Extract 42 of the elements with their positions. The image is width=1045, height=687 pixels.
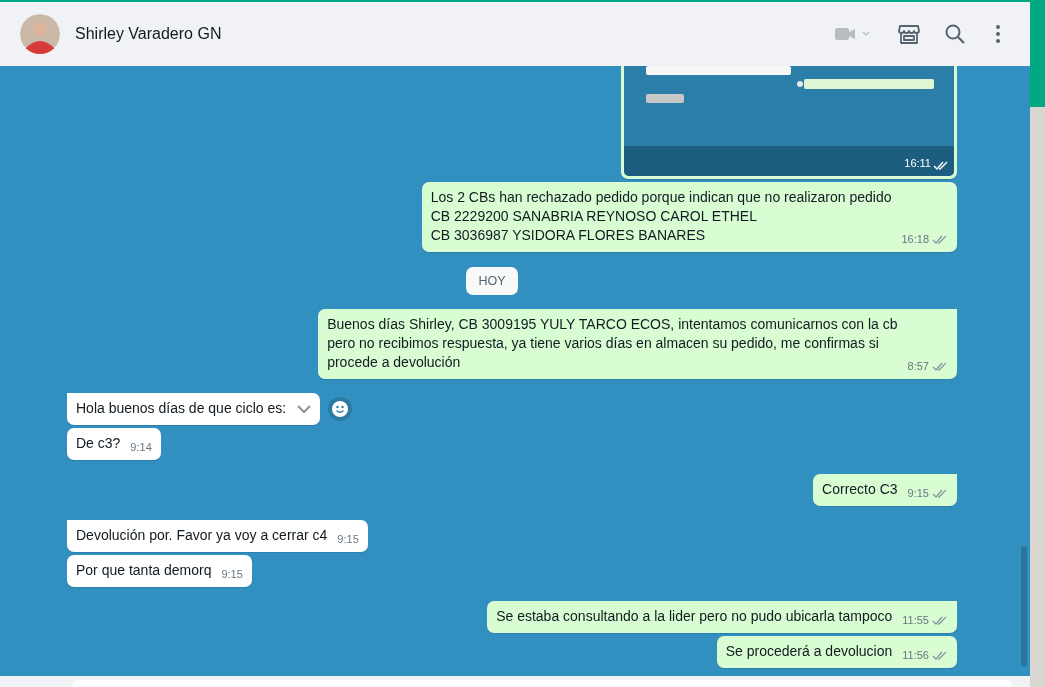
store-icon[interactable] xyxy=(897,22,921,46)
sent-message[interactable]: Se estaba consultando a la lider pero no pudo ubicarla tampoco 11:55 xyxy=(487,601,957,633)
message-text: Devolución por. Favor ya voy a cerrar c4 xyxy=(76,526,328,545)
message-text: Por que tanta demorq xyxy=(76,561,212,580)
received-message[interactable]: Hola buenos días de que ciclo es: xyxy=(67,393,321,425)
scrollbar[interactable] xyxy=(1021,546,1027,666)
message-text: Se estaba consultando a la lider pero no pudo ubicarla tampoco xyxy=(496,607,893,626)
double-check-icon xyxy=(932,488,948,499)
message-text: Hola buenos días de que ciclo es: xyxy=(76,399,287,418)
message-time: 9:15 xyxy=(221,567,243,582)
contact-name[interactable]: Shirley Varadero GN xyxy=(75,25,222,43)
chevron-down-icon[interactable] xyxy=(296,404,313,414)
double-check-icon xyxy=(932,615,948,626)
received-message[interactable]: Por que tanta demorq 9:15 xyxy=(67,555,252,587)
double-check-icon xyxy=(933,161,949,171)
message-time: 9:14 xyxy=(130,440,152,455)
menu-icon[interactable] xyxy=(995,24,1001,44)
sent-message[interactable]: Se procederá a devolucion 11:56 xyxy=(716,636,957,668)
message-time: 16:11 xyxy=(904,156,931,171)
message-text: De c3? xyxy=(76,434,121,453)
message-time: 8:57 xyxy=(907,359,929,374)
sent-message[interactable]: Buenos días Shirley, CB 3009195 YULY TARCO ECOS, intentamos comunicarnos con la cb pero no recibimos respuesta, ya tiene varios días en almacen su pedido, me confirmas si procede a devolución 8:57 xyxy=(318,309,957,379)
received-message[interactable]: Devolución por. Favor ya voy a cerrar c4 9:15 xyxy=(67,520,368,552)
message-time: 9:15 xyxy=(907,486,929,501)
double-check-icon xyxy=(932,234,948,245)
sent-message[interactable]: Correcto C3 9:15 xyxy=(813,474,957,506)
search-icon[interactable] xyxy=(943,22,967,46)
message-text: Buenos días Shirley, CB 3009195 YULY TARCO ECOS, intentamos comunicarnos con la cb pero no recibimos respuesta, ya tiene varios días en almacen su pedido, me confirmas si procede a devolución xyxy=(327,315,898,372)
message-text: Correcto C3 xyxy=(822,480,898,499)
emoji-icon[interactable] xyxy=(328,397,353,421)
double-check-icon xyxy=(932,361,948,372)
message-time: 9:15 xyxy=(337,532,359,547)
received-message[interactable]: De c3? 9:14 xyxy=(67,428,161,460)
image-message[interactable]: 16:11 xyxy=(621,66,957,179)
message-time: 16:18 xyxy=(901,232,929,247)
avatar[interactable] xyxy=(20,14,60,54)
message-time: 11:55 xyxy=(902,613,929,628)
message-text: Los 2 CBs han rechazado pedido porque indican que no realizaron pedido CB 2229200 SANABRIA REYNOSO CAROL ETHEL CB 3036987 YSIDORA FLORES BANARES xyxy=(430,188,892,245)
message-time: 11:56 xyxy=(902,648,929,663)
message-text: Se procederá a devolucion xyxy=(725,642,893,661)
sent-message[interactable]: Los 2 CBs han rechazado pedido porque indican que no realizaron pedido CB 2229200 SANABRIA REYNOSO CAROL ETHEL CB 3036987 YSIDORA FLORES BANARES 16:18 xyxy=(421,182,957,252)
double-check-icon xyxy=(932,650,948,661)
